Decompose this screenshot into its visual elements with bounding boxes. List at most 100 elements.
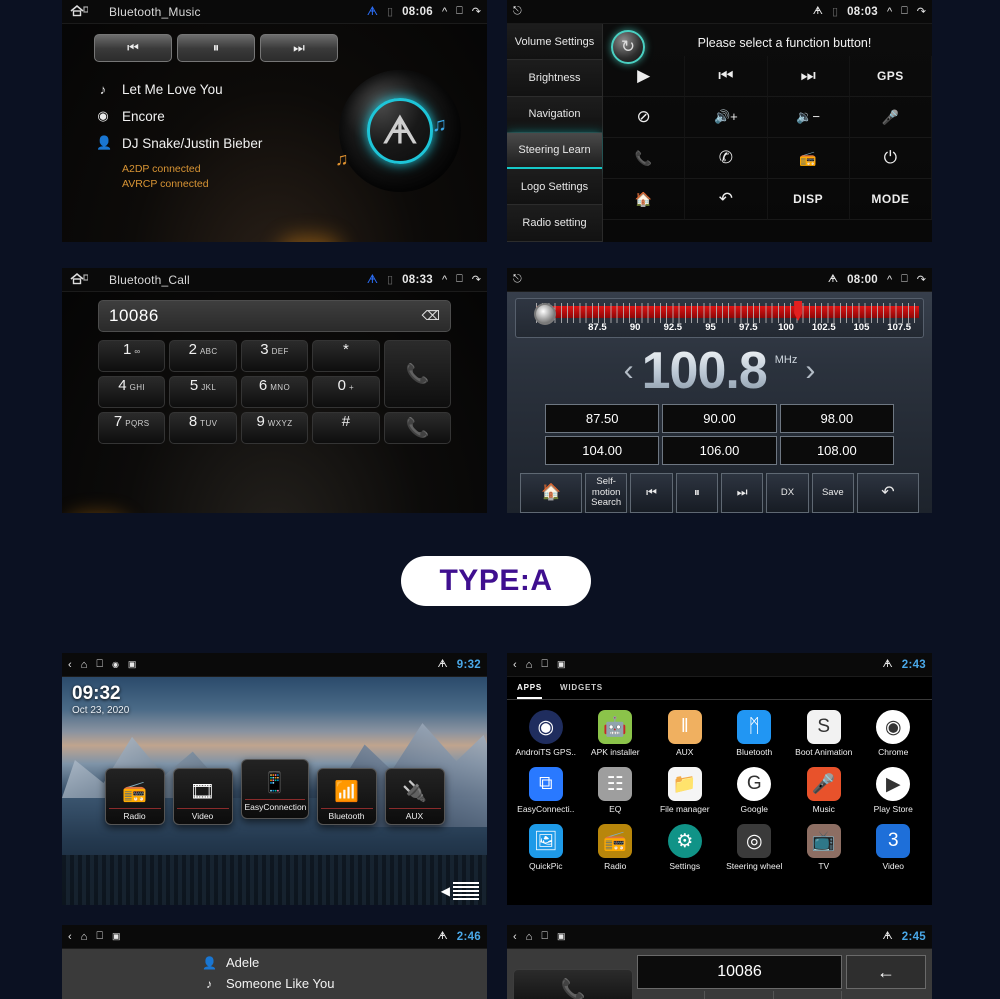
previous-button[interactable]: ⏮: [94, 34, 172, 62]
pause-button[interactable]: ⏸: [675, 473, 718, 513]
back-icon[interactable]: ‹: [68, 931, 72, 943]
key-8[interactable]: 8 TUV: [169, 412, 237, 444]
fn-gps[interactable]: GPS: [849, 56, 932, 97]
home-icon[interactable]: ⌂: [81, 659, 88, 671]
drawer-app[interactable]: 📺 TV: [789, 820, 859, 877]
fn-home[interactable]: 🏠: [603, 179, 686, 220]
drawer-app[interactable]: G Google: [720, 763, 790, 820]
backspace-button[interactable]: ←: [846, 955, 926, 989]
drawer-app[interactable]: ⧉ EasyConnecti..: [511, 763, 581, 820]
screenshot-icon[interactable]: ▣: [557, 659, 566, 670]
drawer-app[interactable]: S Boot Animation: [789, 706, 859, 763]
key-4[interactable]: 4 GHI: [98, 376, 166, 408]
freq-down-icon[interactable]: ‹: [624, 354, 634, 388]
sidebar-item-brightness[interactable]: Brightness: [507, 60, 602, 97]
preset-next-button[interactable]: ⏭: [720, 473, 764, 513]
sidebar-item-logo-settings[interactable]: Logo Settings: [507, 169, 602, 206]
chevron-up-icon[interactable]: ^: [887, 274, 892, 286]
fn-radio[interactable]: 📻: [767, 138, 850, 179]
home-app-video[interactable]: 🎞 Video: [172, 768, 233, 825]
key-3[interactable]: 3 DEF: [240, 340, 309, 372]
key-2[interactable]: 2 ABC: [169, 340, 237, 372]
back-icon[interactable]: ↷: [472, 273, 481, 286]
next-button[interactable]: ⏭: [260, 34, 338, 62]
back-icon[interactable]: ‹: [513, 931, 517, 943]
home-app-aux[interactable]: 🔌 AUX: [384, 768, 445, 825]
drawer-app[interactable]: 📁 File manager: [650, 763, 720, 820]
drawer-app[interactable]: ☷ EQ: [581, 763, 651, 820]
drawer-app[interactable]: 📻 Radio: [581, 820, 651, 877]
key-5[interactable]: 5 JKL: [169, 376, 237, 408]
drawer-app[interactable]: ◉ AndroiTS GPS..: [511, 706, 581, 763]
fn-back[interactable]: ↶: [685, 179, 768, 220]
drawer-app[interactable]: 🖼 QuickPic: [511, 820, 581, 877]
drawer-app[interactable]: 3 Video: [859, 820, 929, 877]
home-icon[interactable]: [68, 3, 89, 20]
key-1[interactable]: 1 ∞: [98, 340, 166, 372]
sidebar-item-volume-settings[interactable]: Volume Settings: [507, 24, 602, 61]
fn-previous[interactable]: ⏮: [685, 56, 768, 97]
home-app-bluetooth[interactable]: 📶 Bluetooth: [316, 768, 377, 825]
drawer-app[interactable]: ◎ Steering wheel: [720, 820, 790, 877]
fn-disp[interactable]: DISP: [767, 179, 850, 220]
home-app-easyconnection[interactable]: 📱 EasyConnection: [240, 759, 309, 819]
back-icon[interactable]: ↷: [917, 273, 926, 286]
fn-play[interactable]: ▶: [603, 56, 686, 97]
sidebar-item-steering-learn[interactable]: Steering Learn: [507, 132, 602, 170]
drawer-app[interactable]: ‖ AUX: [650, 706, 720, 763]
recents-icon[interactable]: ⎕: [901, 5, 908, 18]
fn-power[interactable]: ⏻: [849, 138, 932, 179]
chevron-up-icon[interactable]: ^: [442, 6, 447, 18]
key-0[interactable]: 0 +: [312, 376, 380, 408]
dx-button[interactable]: DX: [766, 473, 809, 513]
backspace-icon[interactable]: ⌫: [422, 308, 440, 324]
sidebar-item-navigation[interactable]: Navigation: [507, 96, 602, 133]
key-cell[interactable]: [705, 991, 774, 999]
preset-button[interactable]: 87.50: [545, 404, 660, 433]
fn-call-end[interactable]: ✆: [685, 138, 768, 179]
recents-icon[interactable]: ⎕: [96, 930, 103, 943]
drawer-app[interactable]: ⚙ Settings: [650, 820, 720, 877]
tab-apps[interactable]: APPS: [517, 683, 542, 699]
screenshot-icon[interactable]: ▣: [112, 931, 121, 942]
chevron-up-icon[interactable]: ^: [442, 274, 447, 286]
call-button[interactable]: 📞: [383, 340, 451, 408]
fn-microphone[interactable]: 🎤: [849, 97, 932, 138]
settings-dot-icon[interactable]: ◉: [112, 660, 119, 669]
drawer-app[interactable]: ᛗ Bluetooth: [720, 706, 790, 763]
fn-mode[interactable]: MODE: [849, 179, 932, 220]
fn-volume-down[interactable]: 🔉−: [767, 97, 850, 138]
call-button[interactable]: 📞: [513, 969, 633, 999]
recents-icon[interactable]: ⎕: [96, 658, 103, 671]
back-icon[interactable]: ↷: [472, 5, 481, 18]
home-icon[interactable]: ⌂: [526, 931, 533, 943]
recents-icon[interactable]: ⎕: [456, 273, 463, 286]
fn-next[interactable]: ⏭: [767, 56, 850, 97]
drawer-app[interactable]: 🤖 APK installer: [581, 706, 651, 763]
screenshot-icon[interactable]: ▣: [557, 931, 566, 942]
key-cell[interactable]: [637, 991, 706, 999]
back-icon[interactable]: ‹: [513, 659, 517, 671]
fn-call-answer[interactable]: 📞: [603, 138, 686, 179]
home-app-radio[interactable]: 📻 Radio: [104, 768, 165, 825]
key-9[interactable]: 9 WXYZ: [240, 412, 309, 444]
key-hash[interactable]: #: [312, 412, 380, 444]
back-icon[interactable]: ↷: [917, 5, 926, 18]
home-icon[interactable]: [68, 271, 89, 288]
recents-icon[interactable]: ⎕: [456, 5, 463, 18]
home-icon[interactable]: ⌂: [81, 931, 88, 943]
preset-button[interactable]: 106.00: [662, 436, 777, 465]
reset-icon[interactable]: ↻: [611, 30, 645, 64]
number-display[interactable]: 10086: [637, 955, 842, 989]
home-icon[interactable]: ⎋: [513, 273, 522, 286]
pause-button[interactable]: ⏸: [177, 34, 255, 62]
preset-button[interactable]: 108.00: [779, 436, 894, 465]
preset-button[interactable]: 90.00: [662, 404, 777, 433]
tab-widgets[interactable]: WIDGETS: [560, 683, 603, 699]
home-icon[interactable]: ⎋: [513, 5, 522, 18]
chevron-up-icon[interactable]: ^: [887, 6, 892, 18]
back-button[interactable]: ↶: [856, 473, 919, 513]
number-display[interactable]: 10086 ⌫: [98, 300, 451, 332]
preset-button[interactable]: 98.00: [779, 404, 894, 433]
preset-prev-button[interactable]: ⏮: [630, 473, 673, 513]
